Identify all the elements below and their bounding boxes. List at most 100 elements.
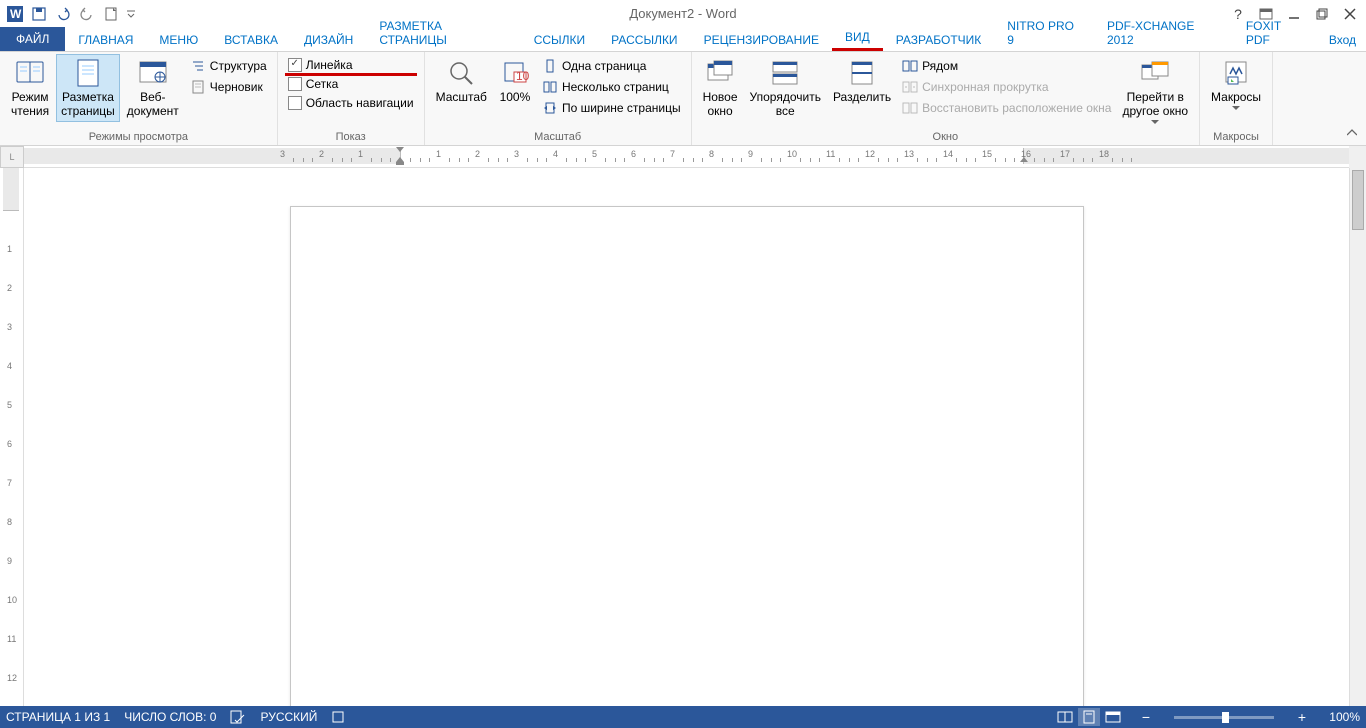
tab-view[interactable]: ВИД [832,26,883,51]
print-layout-icon [72,57,104,89]
status-page[interactable]: СТРАНИЦА 1 ИЗ 1 [6,710,110,724]
view-shortcuts [1054,708,1124,726]
split-button[interactable]: Разделить [828,54,896,108]
tab-layout[interactable]: РАЗМЕТКА СТРАНИЦЫ [366,15,520,51]
new-window-button[interactable]: Новое окно [698,54,743,122]
ribbon: Режим чтения Разметка страницы Веб- доку… [0,52,1366,146]
tab-design[interactable]: ДИЗАЙН [291,29,366,51]
vertical-ruler[interactable]: 12345678910111213 [0,168,24,706]
scroll-thumb[interactable] [1352,170,1364,230]
tab-review[interactable]: РЕЦЕНЗИРОВАНИЕ [691,29,832,51]
arrange-all-icon [769,57,801,89]
print-layout-button[interactable]: Разметка страницы [56,54,120,122]
new-icon[interactable] [100,3,122,25]
reset-window-icon [902,100,918,116]
outline-icon [190,58,206,74]
tab-mailings[interactable]: РАССЫЛКИ [598,29,690,51]
group-views: Режим чтения Разметка страницы Веб- доку… [0,52,278,145]
page-width-button[interactable]: По ширине страницы [538,98,685,118]
zoom-button[interactable]: Масштаб [431,54,492,108]
web-layout-icon [137,57,169,89]
ruler-checkbox[interactable]: Линейка [284,56,418,74]
horizontal-ruler-area: L 321123456789101112131415161718 [0,146,1366,168]
tab-nitro[interactable]: NITRO PRO 9 [994,15,1094,51]
zoom-in-button[interactable]: + [1294,709,1310,725]
gridlines-checkbox[interactable]: Сетка [284,75,418,93]
window-title: Документ2 - Word [629,6,736,21]
quick-access-toolbar: W [0,3,138,25]
switch-window-button[interactable]: Перейти в другое окно [1117,54,1193,127]
multi-page-icon [542,79,558,95]
zoom-out-button[interactable]: − [1138,709,1154,725]
multi-page-button[interactable]: Несколько страниц [538,77,685,97]
outline-button[interactable]: Структура [186,56,271,76]
arrange-all-button[interactable]: Упорядочить все [745,54,826,122]
one-page-icon [542,58,558,74]
read-mode-icon [14,57,46,89]
vertical-scrollbar[interactable] [1349,168,1366,706]
print-layout-label: Разметка страницы [61,91,115,119]
tab-foxit[interactable]: Foxit PDF [1233,15,1319,51]
reset-window-button[interactable]: Восстановить расположение окна [898,98,1115,118]
ruler-scroll-spacer [1349,146,1366,168]
group-zoom: Масштаб 100 100% Одна страница Несколько… [425,52,692,145]
horizontal-ruler[interactable]: 321123456789101112131415161718 [24,146,1349,168]
draft-button[interactable]: Черновик [186,77,271,97]
qat-customize-icon[interactable] [124,3,138,25]
zoom-slider-handle[interactable] [1222,712,1229,723]
redo-icon[interactable] [76,3,98,25]
view-read-icon[interactable] [1054,708,1076,726]
view-web-icon[interactable] [1102,708,1124,726]
group-show-label: Показ [284,129,418,145]
sync-scroll-icon [902,79,918,95]
document-canvas[interactable] [24,168,1349,706]
tab-home[interactable]: ГЛАВНАЯ [65,29,146,51]
ruler-corner[interactable]: L [0,146,24,168]
web-layout-label: Веб- документ [127,91,179,119]
status-proofing-icon[interactable] [230,710,246,724]
zoom-level[interactable]: 100% [1324,710,1360,724]
status-macro-icon[interactable] [331,710,345,724]
new-window-icon [704,57,736,89]
group-zoom-label: Масштаб [431,129,685,145]
sync-scroll-button[interactable]: Синхронная прокрутка [898,77,1115,97]
tab-references[interactable]: ССЫЛКИ [521,29,598,51]
collapse-ribbon-icon[interactable] [1344,125,1360,141]
zoom-icon [445,57,477,89]
zoom-100-icon: 100 [499,57,531,89]
navpane-checkbox[interactable]: Область навигации [284,94,418,112]
status-language[interactable]: РУССКИЙ [260,710,317,724]
tab-menu[interactable]: Меню [146,29,211,51]
zoom-100-button[interactable]: 100 100% [494,54,536,108]
page[interactable] [290,206,1084,706]
macros-icon [1220,57,1252,89]
status-words[interactable]: ЧИСЛО СЛОВ: 0 [124,710,216,724]
tab-developer[interactable]: РАЗРАБОТЧИК [883,29,995,51]
read-mode-button[interactable]: Режим чтения [6,54,54,122]
group-views-label: Режимы просмотра [6,129,271,145]
status-bar: СТРАНИЦА 1 ИЗ 1 ЧИСЛО СЛОВ: 0 РУССКИЙ − … [0,706,1366,728]
svg-text:100: 100 [516,69,529,83]
web-layout-button[interactable]: Веб- документ [122,54,184,122]
word-app-icon[interactable]: W [4,3,26,25]
sign-in-link[interactable]: Вход [1319,29,1366,51]
tab-pdfxchange[interactable]: PDF-XChange 2012 [1094,15,1233,51]
close-icon[interactable] [1340,4,1360,24]
save-icon[interactable] [28,3,50,25]
work-area: 12345678910111213 [0,168,1366,706]
svg-text:W: W [10,7,22,21]
undo-icon[interactable] [52,3,74,25]
draft-icon [190,79,206,95]
split-icon [846,57,878,89]
one-page-button[interactable]: Одна страница [538,56,685,76]
group-window: Новое окно Упорядочить все Разделить Ряд… [692,52,1200,145]
side-by-side-icon [902,58,918,74]
tab-file[interactable]: ФАЙЛ [0,27,65,51]
macros-button[interactable]: Макросы [1206,54,1266,113]
view-print-icon[interactable] [1078,708,1100,726]
zoom-slider[interactable] [1174,716,1274,719]
side-by-side-button[interactable]: Рядом [898,56,1115,76]
group-macros: Макросы Макросы [1200,52,1273,145]
read-mode-label: Режим чтения [11,91,49,119]
tab-insert[interactable]: ВСТАВКА [211,29,291,51]
